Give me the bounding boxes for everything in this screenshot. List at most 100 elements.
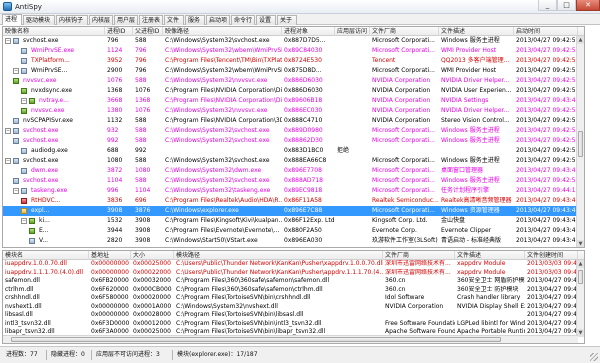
module-vertical-scrollbar[interactable]: ▲ ▼ (576, 260, 584, 337)
scroll-thumb[interactable] (578, 270, 583, 284)
process-ppid-cell: 1076 (135, 87, 151, 94)
process-column-header[interactable]: 启动时间 (514, 27, 578, 36)
module-row[interactable]: libsasl.dll 0x00000000 0x00028000 C:\Progra… (3, 311, 584, 320)
process-row[interactable]: dwm.exe 3872 1080 C:\Windows\System32\dwm.e… (3, 166, 584, 176)
process-name-cell: svchost.exe (23, 157, 59, 164)
module-column-header[interactable]: 文件创建时间 (525, 251, 578, 260)
process-row[interactable]: svchost.exe 1104 588 C:\Windows\System32\sv… (3, 176, 584, 186)
process-column-header[interactable]: 应用层访问 (335, 27, 370, 36)
process-obj-cell: 0x89EC9818 (284, 187, 323, 194)
minimize-button[interactable]: _ (538, 0, 557, 11)
module-vendor-cell: 深圳市迅雷网络技术有... (385, 268, 451, 276)
process-column-header[interactable]: 文件描述 (439, 27, 514, 36)
process-name-cell: nvvsvc.exe (23, 77, 57, 84)
tab-11[interactable]: 关于 (277, 15, 297, 25)
process-column-header[interactable]: 进程对象 (282, 27, 335, 36)
process-vendor-cell: Microsoft Corporati... (372, 187, 435, 194)
process-vertical-scrollbar[interactable]: ▲ ▼ (576, 36, 584, 247)
process-time-cell: 2013/04/27 09:42:50 (516, 37, 578, 44)
hscroll-thumb[interactable] (11, 337, 501, 342)
process-row[interactable]: E... 3944 3908 C:\Program Files\Evernote\Ev… (3, 226, 584, 236)
module-path-cell: C:\Program Files\TortoiseSVN\bin\intl3_t… (176, 319, 322, 327)
close-button[interactable]: ✕ (576, 0, 600, 11)
scroll-down-icon[interactable]: ▼ (577, 329, 584, 337)
module-column-header[interactable]: 文件描述 (455, 251, 525, 260)
process-ppid-cell: 1368 (135, 97, 151, 104)
process-icon (13, 138, 19, 144)
module-column-header[interactable]: 文件厂商 (383, 251, 455, 260)
status-selected-module: 模块(explorer.exe)：17/187 (177, 351, 258, 358)
process-access-cell (335, 36, 370, 46)
process-row[interactable]: WmiPrvSE.exe 1124 796 C:\Windows\System32\w… (3, 46, 584, 56)
nvidia-process-icon (29, 98, 35, 104)
module-row[interactable]: iuappdrv.1.1.1.70.(4.0).dll 0x00000000 0x0… (3, 269, 584, 278)
process-row[interactable]: audiodg.exe 688 992 0x883D1BC0 拒绝 2013/04/27 … (3, 146, 584, 156)
module-horizontal-scrollbar[interactable] (3, 335, 578, 343)
module-size-cell: 0x00028000 (133, 311, 171, 318)
process-row[interactable]: − svchost.exe 796 588 C:\Windows\System32\sv… (3, 36, 584, 46)
process-row[interactable]: RtHDVC... 3836 696 C:\Program Files\Realtek… (3, 196, 584, 206)
tab-10[interactable]: 设置 (256, 15, 276, 25)
expand-collapse-icon[interactable]: − (5, 38, 11, 44)
process-row[interactable]: svchost.exe 992 588 C:\Windows\System32\svc… (3, 136, 584, 146)
process-icon (13, 158, 19, 164)
tab-6[interactable]: 文件 (164, 15, 184, 25)
expand-collapse-icon[interactable]: − (5, 128, 11, 134)
module-column-header[interactable]: 模块路径 (174, 251, 383, 260)
module-row[interactable]: ctrlhm.dll 0x6F620000 0x000CB000 C:\Program… (3, 286, 584, 295)
module-column-header[interactable]: 基地址 (89, 251, 131, 260)
expand-collapse-icon[interactable]: − (5, 158, 11, 164)
process-row[interactable]: nvxdsync.exe 1368 1076 C:\Program Files\NVI… (3, 86, 584, 96)
process-path-cell: C:\Windows\System32\svchost.exe (165, 177, 270, 184)
tab-4[interactable]: 用户层 (114, 15, 138, 25)
process-access-cell (335, 106, 370, 116)
process-row[interactable]: TXPlatform... 3952 796 C:\Program Files\Ten… (3, 56, 584, 66)
process-name-cell: nvSCPAPISvr.exe (23, 117, 73, 124)
scroll-thumb[interactable] (578, 131, 583, 157)
process-row[interactable]: − ki... 1532 3908 C:\Program Files\Kingsoft\… (3, 216, 584, 226)
process-obj-cell: 0x86F11A58 (284, 197, 322, 204)
process-row[interactable]: nvvsvc.exe 1380 1076 C:\Windows\System32\nv… (3, 106, 584, 116)
tab-1[interactable]: 驱动模块 (23, 15, 55, 25)
process-row[interactable]: − svchost.exe 1080 588 C:\Windows\System32\s… (3, 156, 584, 166)
tab-8[interactable]: 启动项 (206, 15, 230, 25)
expand-collapse-icon[interactable]: − (21, 218, 27, 224)
tab-5[interactable]: 注册表 (139, 15, 163, 25)
process-row[interactable]: nvSCPAPISvr.exe 1132 588 C:\Program Files\N… (3, 116, 584, 126)
process-row[interactable]: V... 2820 3908 C:\Windows\Start50\VStart.ex… (3, 236, 584, 246)
module-row[interactable]: crshhndl.dll 0x6F580000 0x00020000 C:\Progr… (3, 294, 584, 303)
scroll-up-icon[interactable]: ▲ (577, 36, 584, 44)
resize-grip-icon[interactable] (590, 353, 598, 361)
module-row[interactable]: safemon.dll 0x6FB20000 0x00032000 C:\Progra… (3, 277, 584, 286)
expand-collapse-icon[interactable]: − (13, 188, 19, 194)
process-row[interactable]: − nvtray.e... 3668 1368 C:\Program Files\NVI… (3, 96, 584, 106)
process-row[interactable]: expl... 3908 3876 C:\Windows\explorer.exe 0x… (3, 206, 584, 216)
tab-0[interactable]: 进程 (2, 14, 22, 25)
module-row[interactable]: nvshext1.dll 0x00000000 0x0001A000 C:\Windo… (3, 303, 584, 312)
scroll-down-icon[interactable]: ▼ (577, 240, 584, 247)
process-column-header[interactable]: 映像名称 (3, 27, 105, 36)
process-row[interactable]: − taskeng.exe 996 1104 C:\Windows\System32\t… (3, 186, 584, 196)
process-name-cell: svchost.exe (23, 177, 59, 184)
process-row[interactable]: nvvsvc.exe 1076 588 C:\Windows\System32\nvv… (3, 76, 584, 86)
process-row[interactable]: − svchost.exe 932 588 C:\Windows\System32\sv… (3, 126, 584, 136)
module-row[interactable]: iuappdrv.1.0.0.70.dll 0x00000000 0x0002500… (3, 260, 584, 269)
tab-2[interactable]: 内核钩子 (56, 15, 88, 25)
tab-9[interactable]: 命令行 (231, 15, 255, 25)
scroll-up-icon[interactable]: ▲ (577, 260, 584, 268)
expand-collapse-icon[interactable]: − (21, 98, 27, 104)
process-column-header[interactable]: 父进程ID (133, 27, 163, 36)
module-row[interactable]: intl3_tsvn32.dll 0x6F3D0000 0x00012000 C:\P… (3, 320, 584, 329)
nvidia-process-icon (21, 88, 27, 94)
process-row[interactable]: − WmiPrvSE... 2900 796 C:\Windows\System32\w… (3, 66, 584, 76)
module-column-header[interactable]: 模块名 (3, 251, 89, 260)
tab-7[interactable]: 服务 (185, 15, 205, 25)
process-column-header[interactable]: 文件厂商 (370, 27, 439, 36)
tab-3[interactable]: 内核层 (89, 15, 113, 25)
module-column-header[interactable]: 大小 (131, 251, 174, 260)
expand-collapse-icon[interactable]: − (13, 68, 19, 74)
process-column-header[interactable]: 进程ID (105, 27, 133, 36)
process-icon (13, 178, 19, 184)
process-column-header[interactable]: 映像路径 (163, 27, 282, 36)
maximize-button[interactable]: □ (557, 0, 576, 11)
